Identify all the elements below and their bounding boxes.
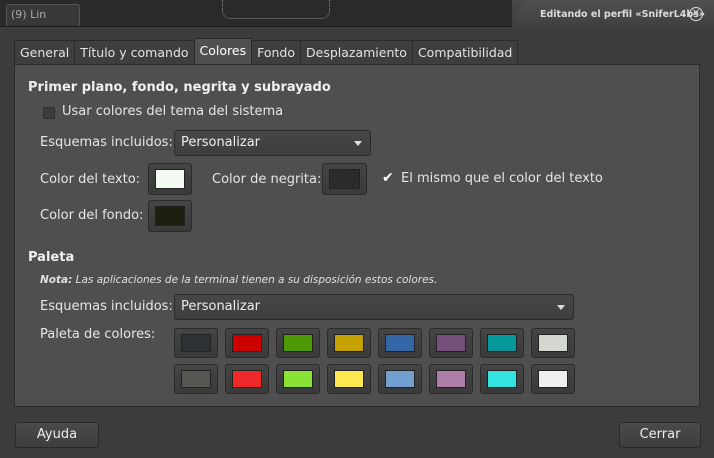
background-browser-tab[interactable]: (9) Lin	[6, 4, 80, 26]
palette-heading: Paleta	[28, 250, 75, 265]
text-color-swatch	[155, 169, 185, 189]
close-window-icon[interactable]: ✕	[689, 7, 703, 21]
chevron-down-icon	[354, 141, 362, 146]
palette-color-button-0[interactable]	[174, 328, 218, 358]
chevron-down-icon	[557, 305, 565, 310]
background-decoration	[222, 0, 330, 19]
palette-color-button-11[interactable]	[327, 364, 371, 394]
palette-color-button-15[interactable]	[531, 364, 575, 394]
palette-color-swatch	[334, 334, 364, 352]
use-system-colors-label[interactable]: Usar colores del tema del sistema	[62, 104, 283, 119]
palette-note-text: Las aplicaciones de la terminal tienen a…	[72, 274, 438, 286]
palette-color-button-14[interactable]	[480, 364, 524, 394]
palette-color-swatch	[334, 370, 364, 388]
palette-color-button-1[interactable]	[225, 328, 269, 358]
use-system-colors-checkbox[interactable]	[43, 107, 55, 119]
palette-color-button-5[interactable]	[429, 328, 473, 358]
tab-general[interactable]: General	[14, 40, 76, 64]
palette-color-swatch	[232, 334, 262, 352]
bold-same-label[interactable]: El mismo que el color del texto	[401, 171, 603, 186]
palette-color-swatch	[538, 334, 568, 352]
schemes-combobox-value: Personalizar	[181, 135, 261, 150]
bold-same-checkmark-icon[interactable]: ✔	[382, 171, 396, 185]
text-color-button[interactable]	[148, 163, 192, 195]
tab-desplazamiento[interactable]: Desplazamiento	[300, 40, 413, 64]
palette-color-button-6[interactable]	[480, 328, 524, 358]
palette-color-button-9[interactable]	[225, 364, 269, 394]
palette-color-swatch	[436, 334, 466, 352]
text-color-label: Color del texto:	[40, 172, 141, 187]
tab-bar: General Título y comando Colores Fondo D…	[14, 38, 519, 64]
bg-color-swatch	[155, 206, 185, 226]
palette-color-swatch	[385, 334, 415, 352]
schemes-combobox[interactable]: Personalizar	[174, 130, 371, 156]
colors-panel: Primer plano, fondo, negrita y subrayado…	[14, 64, 700, 407]
window-title: Editando el perfil «SniferL4bs»	[540, 9, 705, 20]
palette-colors-label: Paleta de colores:	[40, 327, 156, 342]
palette-schemes-combobox-value: Personalizar	[181, 299, 261, 314]
tab-colores[interactable]: Colores	[193, 38, 253, 64]
foreground-heading: Primer plano, fondo, negrita y subrayado	[28, 80, 331, 95]
palette-color-button-4[interactable]	[378, 328, 422, 358]
palette-color-swatch	[436, 370, 466, 388]
palette-note: Nota: Las aplicaciones de la terminal ti…	[40, 274, 437, 286]
bold-color-button[interactable]	[322, 163, 367, 195]
palette-color-button-2[interactable]	[276, 328, 320, 358]
palette-color-button-13[interactable]	[429, 364, 473, 394]
bold-color-label: Color de negrita:	[212, 172, 322, 187]
tab-compatibilidad[interactable]: Compatibilidad	[411, 40, 519, 64]
palette-color-button-7[interactable]	[531, 328, 575, 358]
palette-color-swatch	[181, 370, 211, 388]
palette-color-swatch	[538, 370, 568, 388]
help-button[interactable]: Ayuda	[15, 422, 99, 448]
palette-color-swatch	[385, 370, 415, 388]
palette-color-swatch	[487, 370, 517, 388]
tab-fondo[interactable]: Fondo	[251, 40, 302, 64]
palette-color-button-10[interactable]	[276, 364, 320, 394]
palette-schemes-combobox[interactable]: Personalizar	[174, 294, 574, 320]
palette-color-button-8[interactable]	[174, 364, 218, 394]
close-button[interactable]: Cerrar	[619, 422, 701, 448]
palette-color-button-3[interactable]	[327, 328, 371, 358]
bold-color-swatch	[329, 169, 360, 189]
tab-titulo-y-comando[interactable]: Título y comando	[74, 40, 195, 64]
palette-color-swatch	[283, 334, 313, 352]
schemes-label: Esquemas incluidos:	[40, 135, 173, 150]
palette-schemes-label: Esquemas incluidos:	[40, 299, 173, 314]
palette-color-button-12[interactable]	[378, 364, 422, 394]
palette-color-swatch	[487, 334, 517, 352]
palette-color-swatch	[181, 334, 211, 352]
bg-color-button[interactable]	[148, 200, 192, 232]
palette-color-swatch	[232, 370, 262, 388]
palette-color-swatch	[283, 370, 313, 388]
bg-color-label: Color del fondo:	[40, 208, 144, 223]
palette-note-bold: Nota:	[40, 274, 73, 286]
